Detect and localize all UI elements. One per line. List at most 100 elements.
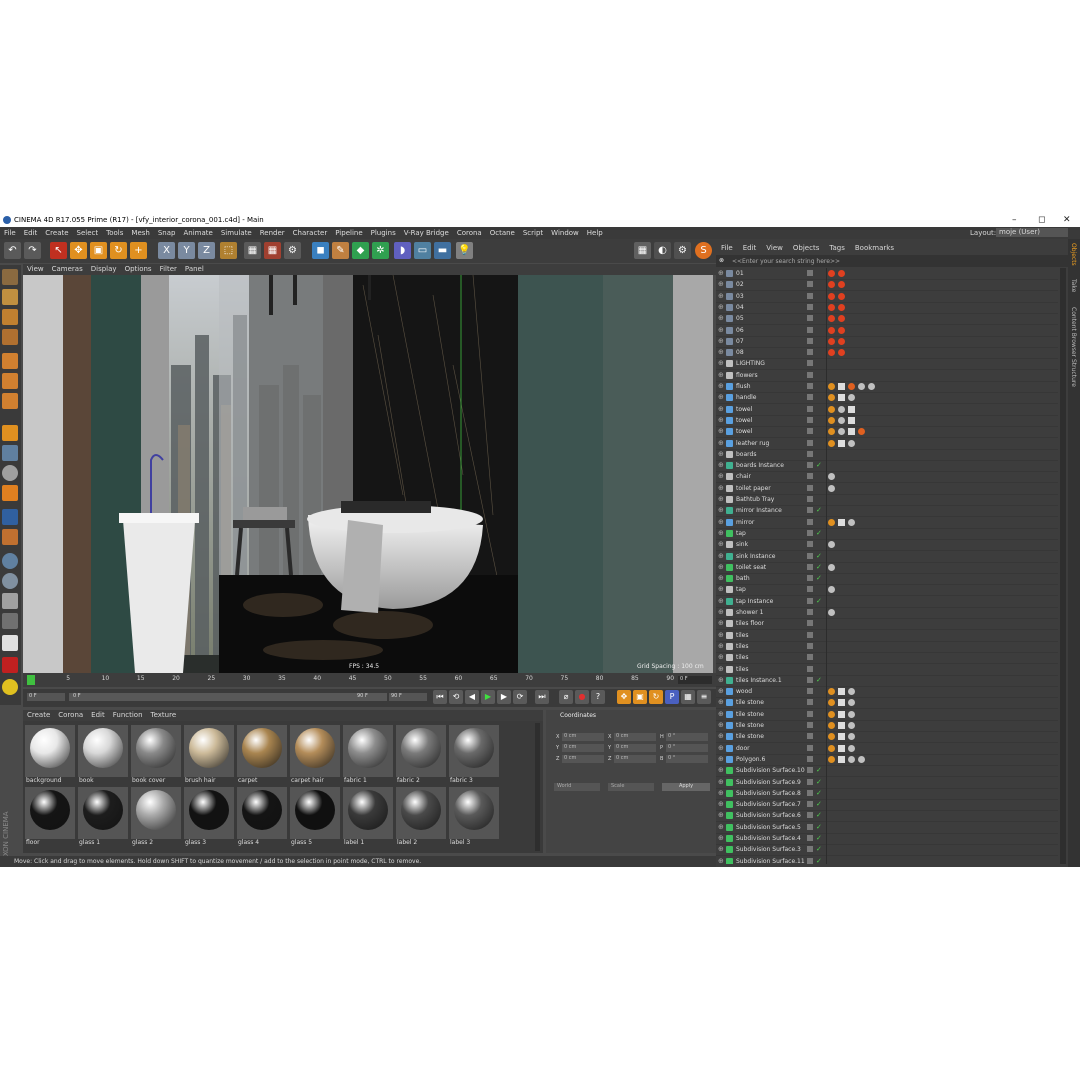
coord-value-field[interactable]: 0 cm <box>614 744 656 752</box>
corona-render-button[interactable]: ▦ <box>634 242 651 259</box>
object-name[interactable]: tiles <box>736 632 749 639</box>
checker-icon[interactable] <box>2 593 18 609</box>
coord-value-field[interactable]: 0 cm <box>562 755 604 763</box>
object-row[interactable]: ⊕ sink Instance ✓ <box>716 551 1058 563</box>
expand-toggle-icon[interactable]: ⊕ <box>718 552 724 560</box>
object-row[interactable]: ⊕ Subdivision Surface.11 ✓ <box>716 856 1058 864</box>
workplane-mode-icon[interactable] <box>2 329 18 345</box>
object-name[interactable]: tile stone <box>736 733 764 740</box>
enabled-check-icon[interactable]: ✓ <box>816 766 822 774</box>
visibility-toggle-icon[interactable] <box>807 778 813 785</box>
expand-toggle-icon[interactable]: ⊕ <box>718 687 724 695</box>
visibility-toggle-icon[interactable] <box>807 789 813 796</box>
tweak-mode-icon[interactable] <box>2 445 18 461</box>
cam-tag-icon[interactable] <box>838 281 845 289</box>
chk-tag-icon[interactable] <box>838 755 845 763</box>
visibility-toggle-icon[interactable] <box>807 507 813 514</box>
object-row[interactable]: ⊕ towel <box>716 426 1058 439</box>
expand-toggle-icon[interactable]: ⊕ <box>718 326 724 334</box>
z-axis-button[interactable]: Z <box>198 242 215 259</box>
mat-tag-icon[interactable] <box>848 688 855 696</box>
light-icon[interactable] <box>2 635 18 651</box>
uv-tag-icon[interactable] <box>828 699 835 707</box>
visibility-toggle-icon[interactable] <box>807 326 813 333</box>
material-menu-function[interactable]: Function <box>109 710 147 719</box>
object-name[interactable]: 06 <box>736 327 744 334</box>
enabled-check-icon[interactable]: ✓ <box>816 574 822 582</box>
expand-toggle-icon[interactable]: ⊕ <box>718 280 724 288</box>
material-menu-edit[interactable]: Edit <box>87 710 109 719</box>
chk-tag-icon[interactable] <box>848 405 855 413</box>
object-row[interactable]: ⊕ tap ✓ <box>716 528 1058 540</box>
expand-toggle-icon[interactable]: ⊕ <box>718 472 724 480</box>
object-name[interactable]: handle <box>736 394 756 401</box>
current-frame-field[interactable]: 0 F <box>678 676 712 684</box>
object-row[interactable]: ⊕ towel <box>716 415 1058 427</box>
coord-value-field[interactable]: 0 ° <box>666 733 708 741</box>
object-row[interactable]: ⊕ tiles <box>716 630 1058 642</box>
scale-tool-button[interactable]: ▣ <box>90 242 107 259</box>
viewport-menu-cameras[interactable]: Cameras <box>48 264 87 273</box>
object-name[interactable]: wood <box>736 688 752 695</box>
camera-object-button[interactable]: ▬ <box>434 242 451 259</box>
object-name[interactable]: bath <box>736 575 750 582</box>
recent-tool-button[interactable]: + <box>130 242 147 259</box>
expand-toggle-icon[interactable]: ⊕ <box>718 778 724 786</box>
menu-animate[interactable]: Animate <box>179 227 216 237</box>
sphere-icon[interactable] <box>2 553 18 569</box>
material-swatch[interactable]: floor <box>25 787 75 847</box>
sun-icon[interactable] <box>2 679 18 695</box>
object-row[interactable]: ⊕ boards Instance ✓ <box>716 460 1058 473</box>
expand-toggle-icon[interactable]: ⊕ <box>718 359 724 367</box>
object-name[interactable]: 01 <box>736 270 744 277</box>
uv-tag-icon[interactable] <box>828 744 835 752</box>
material-swatch[interactable]: brush hair <box>184 725 234 785</box>
object-name[interactable]: leather rug <box>736 440 769 447</box>
camera-record-icon[interactable] <box>2 657 18 673</box>
visibility-toggle-icon[interactable] <box>807 733 813 740</box>
object-name[interactable]: 04 <box>736 304 744 311</box>
object-row[interactable]: ⊕ Polygon.6 <box>716 754 1058 766</box>
render-view-button[interactable]: ▦ <box>244 242 261 259</box>
expand-toggle-icon[interactable]: ⊕ <box>718 642 724 650</box>
mat-tag-icon[interactable] <box>848 518 855 526</box>
visibility-toggle-icon[interactable] <box>807 676 813 683</box>
edges-mode-icon[interactable] <box>2 373 18 389</box>
mat-tag-icon[interactable] <box>838 428 845 436</box>
menu-character[interactable]: Character <box>289 227 332 237</box>
chk-tag-icon[interactable] <box>838 439 845 447</box>
cam-tag-icon[interactable] <box>838 337 845 345</box>
expand-toggle-icon[interactable]: ⊕ <box>718 484 724 492</box>
render-picture-viewer-button[interactable]: ▦ <box>264 242 281 259</box>
visibility-toggle-icon[interactable] <box>807 575 813 582</box>
object-name[interactable]: tap <box>736 586 746 593</box>
visibility-toggle-icon[interactable] <box>807 484 813 491</box>
enabled-check-icon[interactable]: ✓ <box>816 461 822 469</box>
search-close-icon[interactable]: ⊗ <box>719 257 724 264</box>
layout-select[interactable]: moje (User) <box>996 228 1068 237</box>
goto-end-icon[interactable]: ⏭ <box>535 690 549 704</box>
object-name[interactable]: tile stone <box>736 722 764 729</box>
object-name[interactable]: 02 <box>736 281 744 288</box>
expand-toggle-icon[interactable]: ⊕ <box>718 857 724 864</box>
object-name[interactable]: Bathtub Tray <box>736 496 774 503</box>
chk-tag-icon[interactable] <box>838 710 845 718</box>
material-scrollbar[interactable] <box>535 723 540 851</box>
subdivision-surface-button[interactable]: ◆ <box>352 242 369 259</box>
uv-tag-icon[interactable] <box>828 428 835 436</box>
object-row[interactable]: ⊕ Subdivision Surface.9 ✓ <box>716 777 1058 789</box>
viewport-menu-display[interactable]: Display <box>87 264 121 273</box>
minimize-button[interactable]: – <box>1012 215 1017 225</box>
chk-tag-icon[interactable] <box>838 733 845 741</box>
object-row[interactable]: ⊕ Subdivision Surface.7 ✓ <box>716 799 1058 812</box>
expand-toggle-icon[interactable]: ⊕ <box>718 845 724 853</box>
menu-render[interactable]: Render <box>256 227 289 237</box>
chk-tag-icon[interactable] <box>848 428 855 436</box>
menu-tools[interactable]: Tools <box>102 227 127 237</box>
enabled-check-icon[interactable]: ✓ <box>816 676 822 684</box>
playhead-marker[interactable] <box>27 675 35 685</box>
coord-value-field[interactable]: 0 ° <box>666 744 708 752</box>
object-row[interactable]: ⊕ towel <box>716 404 1058 416</box>
mat-tag-icon[interactable] <box>838 405 845 413</box>
object-row[interactable]: ⊕ Subdivision Surface.4 ✓ <box>716 833 1058 845</box>
